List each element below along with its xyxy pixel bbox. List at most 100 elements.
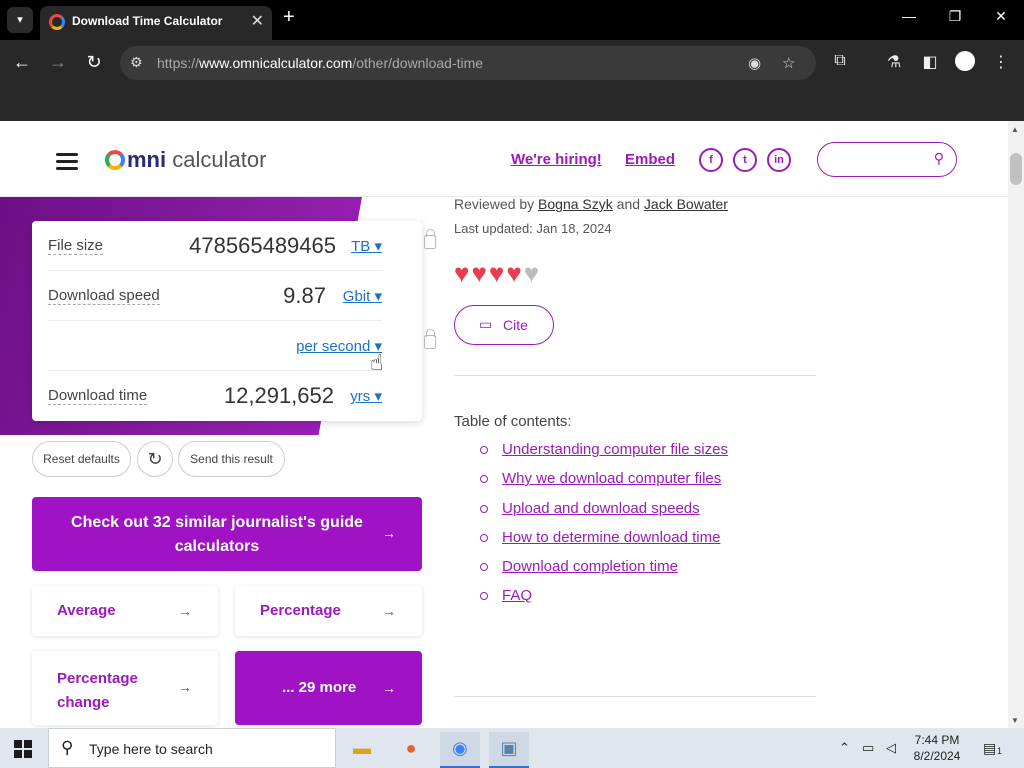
search-icon[interactable]: ⚲ xyxy=(934,150,944,167)
tile-percentage[interactable]: Percentage → xyxy=(235,586,422,636)
embed-link[interactable]: Embed xyxy=(625,151,675,168)
tab-search-button[interactable]: ▾ xyxy=(7,7,33,33)
cite-button[interactable]: ▭ Cite xyxy=(454,305,554,345)
reviewer-link[interactable]: Jack Bowater xyxy=(644,196,728,212)
bookmark-star-icon[interactable]: ☆ xyxy=(782,54,795,72)
search-placeholder: Type here to search xyxy=(89,741,213,757)
chrome-icon[interactable]: ◉ xyxy=(440,732,480,768)
tile-percentage-change[interactable]: Percentage change → xyxy=(32,651,218,725)
reload-button[interactable]: ↻ xyxy=(82,52,106,73)
tray-chevron-icon[interactable]: ⌃ xyxy=(839,740,850,756)
file-size-row: File size 478565489465 TB ▾ xyxy=(48,221,436,271)
omni-favicon-icon xyxy=(49,14,65,30)
windows-start-icon[interactable] xyxy=(14,740,32,758)
labs-flask-icon[interactable]: ⚗ xyxy=(883,52,905,72)
close-tab-icon[interactable]: ✕ xyxy=(251,11,264,31)
restore-button[interactable]: ❐ xyxy=(940,8,970,25)
back-button[interactable]: ← xyxy=(10,52,34,73)
hand-cursor-icon: ☝ xyxy=(370,350,384,375)
notifications-icon[interactable]: ▤ xyxy=(983,740,996,757)
browser-tab-bar: ▾ Download Time Calculator ✕ + — ❐ ✕ xyxy=(0,0,1024,40)
toc-item[interactable]: Download completion time xyxy=(480,558,678,575)
file-size-unit-select[interactable]: TB ▾ xyxy=(351,237,382,255)
heart-icon[interactable]: ♥ xyxy=(454,258,471,288)
volume-muted-icon[interactable]: ◁ xyxy=(886,740,896,756)
tile-label: Percentage change xyxy=(57,670,138,711)
download-speed-label: Download speed xyxy=(48,287,160,305)
bullet-icon xyxy=(480,475,488,484)
firefox-icon[interactable]: ● xyxy=(391,732,431,768)
calculator-card: File size 478565489465 TB ▾ Download spe… xyxy=(32,221,436,421)
network-app-icon[interactable]: ▣ xyxy=(489,732,529,768)
toc-item[interactable]: FAQ xyxy=(480,587,532,604)
close-window-button[interactable]: ✕ xyxy=(986,8,1016,25)
minimize-button[interactable]: — xyxy=(894,8,924,24)
site-info-icon[interactable]: ⚙ xyxy=(130,54,143,71)
file-explorer-icon[interactable]: ▬ xyxy=(342,732,382,768)
site-search-input[interactable]: ⚲ xyxy=(817,142,957,177)
url-text[interactable]: https://www.omnicalculator.com/other/dow… xyxy=(157,55,483,71)
taskbar-search-input[interactable]: ⚲ Type here to search xyxy=(48,728,336,768)
facebook-icon[interactable]: f xyxy=(699,148,723,172)
menu-kebab-icon[interactable]: ⋮ xyxy=(990,52,1012,72)
hamburger-menu-icon[interactable] xyxy=(56,153,78,174)
half-heart-icon[interactable]: ♥ xyxy=(524,258,541,288)
page-scrollbar[interactable] xyxy=(1008,121,1024,728)
tile-label: Average xyxy=(57,602,116,619)
forward-button[interactable]: → xyxy=(46,52,70,73)
reload-calculator-icon[interactable]: ↻ xyxy=(137,441,173,477)
download-speed-input[interactable]: 9.87 xyxy=(283,283,326,309)
tab-title: Download Time Calculator xyxy=(72,14,223,28)
omni-logo-icon[interactable] xyxy=(105,150,125,170)
cite-label: Cite xyxy=(503,317,528,333)
toc-item[interactable]: Upload and download speeds xyxy=(480,500,700,517)
download-time-row: Download time 12,291,652 yrs ▾ xyxy=(48,371,382,421)
reviewer-link[interactable]: Bogna Szyk xyxy=(538,196,613,212)
bookmarks-bar xyxy=(0,86,1024,121)
scrollbar-thumb[interactable] xyxy=(1010,153,1022,185)
heart-icon[interactable]: ♥ xyxy=(471,258,488,288)
search-icon: ⚲ xyxy=(61,738,74,757)
arrow-right-icon: → xyxy=(382,603,396,619)
lock-icon[interactable] xyxy=(424,329,436,349)
cta-label: Check out 32 similar journalist's guide … xyxy=(71,514,363,555)
scroll-up-icon[interactable]: ▲ xyxy=(1011,125,1019,134)
tile-more[interactable]: ... 29 more → xyxy=(235,651,422,725)
address-bar[interactable]: ⚙ https://www.omnicalculator.com/other/d… xyxy=(120,46,816,80)
heart-icon[interactable]: ♥ xyxy=(506,258,523,288)
send-result-button[interactable]: Send this result xyxy=(178,441,285,477)
arrow-right-icon: → xyxy=(382,680,396,696)
linkedin-icon[interactable]: in xyxy=(767,148,791,172)
browser-tab[interactable]: Download Time Calculator ✕ xyxy=(40,6,272,40)
omni-logo[interactable]: mni calculator xyxy=(127,147,266,173)
side-panel-icon[interactable]: ◧ xyxy=(919,52,941,72)
network-icon[interactable]: ▭ xyxy=(862,740,874,756)
toc-item[interactable]: Understanding computer file sizes xyxy=(480,441,728,458)
tracking-protection-icon[interactable]: ◉ xyxy=(748,54,761,72)
tile-average[interactable]: Average → xyxy=(32,586,218,636)
arrow-right-icon: → xyxy=(382,525,396,541)
bullet-icon xyxy=(480,563,488,572)
scroll-down-icon[interactable]: ▼ xyxy=(1011,716,1019,725)
system-clock[interactable]: 7:44 PM 8/2/2024 xyxy=(902,732,972,764)
arrow-right-icon: → xyxy=(178,679,192,695)
file-size-input[interactable]: 478565489465 xyxy=(189,233,336,259)
toc-item[interactable]: Why we download computer files xyxy=(480,470,721,487)
twitter-icon[interactable]: t xyxy=(733,148,757,172)
extensions-icon[interactable]: ⧉ xyxy=(829,52,851,70)
lock-icon[interactable] xyxy=(424,229,436,249)
windows-taskbar: ⚲ Type here to search ▬ ● ◉ ▣ ⌃ ▭ ◁ 7:44… xyxy=(0,728,1024,768)
heart-icon[interactable]: ♥ xyxy=(489,258,506,288)
download-speed-unit-select[interactable]: Gbit ▾ xyxy=(343,287,382,305)
download-time-unit-select[interactable]: yrs ▾ xyxy=(350,387,382,405)
new-tab-button[interactable]: + xyxy=(283,6,295,29)
hiring-link[interactable]: We're hiring! xyxy=(511,151,602,168)
profile-avatar-icon[interactable] xyxy=(955,51,975,71)
reset-defaults-button[interactable]: Reset defaults xyxy=(32,441,131,477)
site-header: mni calculator We're hiring! Embed f t i… xyxy=(0,121,1008,197)
download-time-output[interactable]: 12,291,652 xyxy=(224,383,334,409)
rating-hearts[interactable]: ♥♥♥♥♥ xyxy=(454,258,541,289)
toc-item[interactable]: How to determine download time xyxy=(480,529,720,546)
notification-count: 1 xyxy=(997,746,1003,756)
similar-calculators-button[interactable]: Check out 32 similar journalist's guide … xyxy=(32,497,422,571)
